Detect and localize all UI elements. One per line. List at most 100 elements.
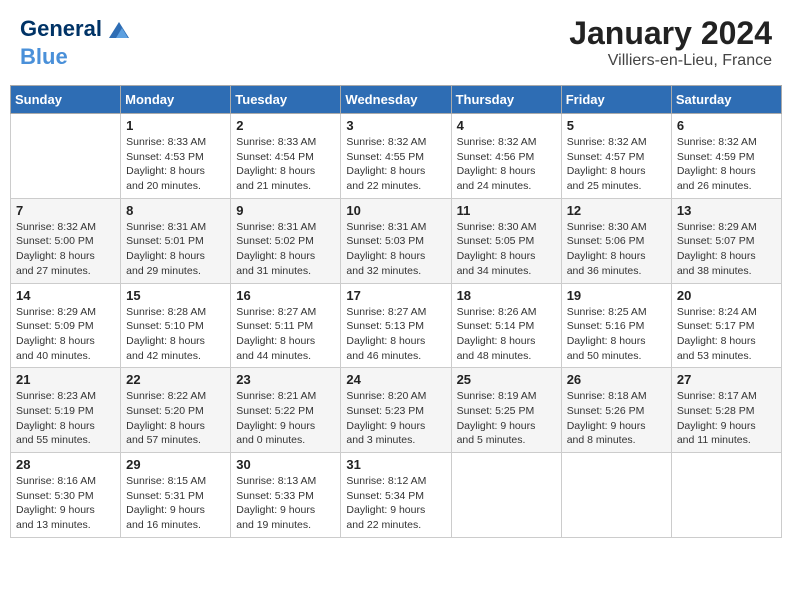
calendar-cell: 11 Sunrise: 8:30 AMSunset: 5:05 PMDayligh… [451,198,561,283]
day-number: 26 [567,372,666,387]
calendar-cell: 27 Sunrise: 8:17 AMSunset: 5:28 PMDayligh… [671,368,781,453]
calendar-cell: 31 Sunrise: 8:12 AMSunset: 5:34 PMDayligh… [341,453,451,538]
calendar-table: SundayMondayTuesdayWednesdayThursdayFrid… [10,85,782,538]
calendar-cell: 6 Sunrise: 8:32 AMSunset: 4:59 PMDaylight… [671,114,781,199]
calendar-cell: 26 Sunrise: 8:18 AMSunset: 5:26 PMDayligh… [561,368,671,453]
day-info: Sunrise: 8:31 AMSunset: 5:01 PMDaylight:… [126,220,225,279]
calendar-cell: 12 Sunrise: 8:30 AMSunset: 5:06 PMDayligh… [561,198,671,283]
day-number: 4 [457,118,556,133]
day-number: 14 [16,288,115,303]
calendar-cell: 2Sunrise: 8:33 AMSunset: 4:54 PMDaylight… [231,114,341,199]
day-number: 3 [346,118,445,133]
calendar-week-row: 21Sunrise: 8:23 AMSunset: 5:19 PMDayligh… [11,368,782,453]
day-number: 27 [677,372,776,387]
title-block: January 2024 Villiers-en-Lieu, France [569,15,772,70]
day-of-week-header: Friday [561,86,671,114]
calendar-cell: 23 Sunrise: 8:21 AMSunset: 5:22 PMDayligh… [231,368,341,453]
logo-text-blue: Blue [20,45,134,69]
day-number: 8 [126,203,225,218]
day-info: Sunrise: 8:29 AMSunset: 5:09 PMDaylight:… [16,305,115,364]
day-info: Sunrise: 8:30 AMSunset: 5:05 PMDaylight:… [457,220,556,279]
calendar-cell: 4 Sunrise: 8:32 AMSunset: 4:56 PMDaylight… [451,114,561,199]
day-of-week-header: Thursday [451,86,561,114]
day-number: 31 [346,457,445,472]
calendar-cell: 14 Sunrise: 8:29 AMSunset: 5:09 PMDayligh… [11,283,121,368]
day-number: 1 [126,118,225,133]
day-of-week-header: Tuesday [231,86,341,114]
calendar-cell: 15 Sunrise: 8:28 AMSunset: 5:10 PMDayligh… [121,283,231,368]
calendar-cell: 19Sunrise: 8:25 AMSunset: 5:16 PMDayligh… [561,283,671,368]
day-info: Sunrise: 8:25 AMSunset: 5:16 PMDaylight:… [567,305,666,364]
logo-icon [104,15,134,45]
day-number: 21 [16,372,115,387]
day-info: Sunrise: 8:13 AMSunset: 5:33 PMDaylight:… [236,474,335,533]
day-number: 13 [677,203,776,218]
day-number: 15 [126,288,225,303]
calendar-cell: 3 Sunrise: 8:32 AMSunset: 4:55 PMDaylight… [341,114,451,199]
day-number: 16 [236,288,335,303]
day-info: Sunrise: 8:28 AMSunset: 5:10 PMDaylight:… [126,305,225,364]
day-number: 12 [567,203,666,218]
day-info: Sunrise: 8:33 AMSunset: 4:54 PMDaylight:… [236,135,335,194]
day-number: 28 [16,457,115,472]
calendar-cell: 16 Sunrise: 8:27 AMSunset: 5:11 PMDayligh… [231,283,341,368]
page-subtitle: Villiers-en-Lieu, France [569,52,772,70]
day-number: 18 [457,288,556,303]
day-number: 11 [457,203,556,218]
day-info: Sunrise: 8:22 AMSunset: 5:20 PMDaylight:… [126,389,225,448]
calendar-cell [451,453,561,538]
calendar-cell: 22 Sunrise: 8:22 AMSunset: 5:20 PMDayligh… [121,368,231,453]
calendar-cell [561,453,671,538]
calendar-cell [671,453,781,538]
day-info: Sunrise: 8:33 AMSunset: 4:53 PMDaylight:… [126,135,225,194]
day-info: Sunrise: 8:19 AMSunset: 5:25 PMDaylight:… [457,389,556,448]
day-info: Sunrise: 8:15 AMSunset: 5:31 PMDaylight:… [126,474,225,533]
day-number: 6 [677,118,776,133]
day-info: Sunrise: 8:16 AMSunset: 5:30 PMDaylight:… [16,474,115,533]
logo: General Blue [20,15,134,69]
day-info: Sunrise: 8:32 AMSunset: 4:56 PMDaylight:… [457,135,556,194]
day-info: Sunrise: 8:27 AMSunset: 5:11 PMDaylight:… [236,305,335,364]
calendar-cell: 13 Sunrise: 8:29 AMSunset: 5:07 PMDayligh… [671,198,781,283]
day-info: Sunrise: 8:29 AMSunset: 5:07 PMDaylight:… [677,220,776,279]
calendar-week-row: 1 Sunrise: 8:33 AMSunset: 4:53 PMDaylight… [11,114,782,199]
calendar-cell: 9Sunrise: 8:31 AMSunset: 5:02 PMDaylight… [231,198,341,283]
day-number: 20 [677,288,776,303]
day-info: Sunrise: 8:30 AMSunset: 5:06 PMDaylight:… [567,220,666,279]
day-info: Sunrise: 8:12 AMSunset: 5:34 PMDaylight:… [346,474,445,533]
day-number: 23 [236,372,335,387]
day-info: Sunrise: 8:31 AMSunset: 5:02 PMDaylight:… [236,220,335,279]
day-info: Sunrise: 8:21 AMSunset: 5:22 PMDaylight:… [236,389,335,448]
day-number: 10 [346,203,445,218]
calendar-cell: 10Sunrise: 8:31 AMSunset: 5:03 PMDayligh… [341,198,451,283]
day-info: Sunrise: 8:32 AMSunset: 4:55 PMDaylight:… [346,135,445,194]
calendar-cell [11,114,121,199]
day-of-week-header: Wednesday [341,86,451,114]
calendar-cell: 17 Sunrise: 8:27 AMSunset: 5:13 PMDayligh… [341,283,451,368]
day-info: Sunrise: 8:18 AMSunset: 5:26 PMDaylight:… [567,389,666,448]
day-info: Sunrise: 8:32 AMSunset: 4:57 PMDaylight:… [567,135,666,194]
day-number: 17 [346,288,445,303]
page-title: January 2024 [569,15,772,52]
day-number: 24 [346,372,445,387]
day-number: 25 [457,372,556,387]
calendar-cell: 29 Sunrise: 8:15 AMSunset: 5:31 PMDayligh… [121,453,231,538]
calendar-cell: 20Sunrise: 8:24 AMSunset: 5:17 PMDayligh… [671,283,781,368]
calendar-cell: 8 Sunrise: 8:31 AMSunset: 5:01 PMDaylight… [121,198,231,283]
calendar-cell: 24Sunrise: 8:20 AMSunset: 5:23 PMDayligh… [341,368,451,453]
day-of-week-header: Saturday [671,86,781,114]
day-of-week-header: Monday [121,86,231,114]
day-number: 7 [16,203,115,218]
calendar-body: 1 Sunrise: 8:33 AMSunset: 4:53 PMDaylight… [11,114,782,538]
calendar-header-row: SundayMondayTuesdayWednesdayThursdayFrid… [11,86,782,114]
calendar-cell: 25 Sunrise: 8:19 AMSunset: 5:25 PMDayligh… [451,368,561,453]
calendar-cell: 21Sunrise: 8:23 AMSunset: 5:19 PMDayligh… [11,368,121,453]
day-number: 22 [126,372,225,387]
page-header: General Blue January 2024 Villiers-en-Li… [10,10,782,75]
day-number: 29 [126,457,225,472]
day-number: 30 [236,457,335,472]
calendar-cell: 7Sunrise: 8:32 AMSunset: 5:00 PMDaylight… [11,198,121,283]
day-info: Sunrise: 8:32 AMSunset: 4:59 PMDaylight:… [677,135,776,194]
day-info: Sunrise: 8:17 AMSunset: 5:28 PMDaylight:… [677,389,776,448]
day-info: Sunrise: 8:27 AMSunset: 5:13 PMDaylight:… [346,305,445,364]
